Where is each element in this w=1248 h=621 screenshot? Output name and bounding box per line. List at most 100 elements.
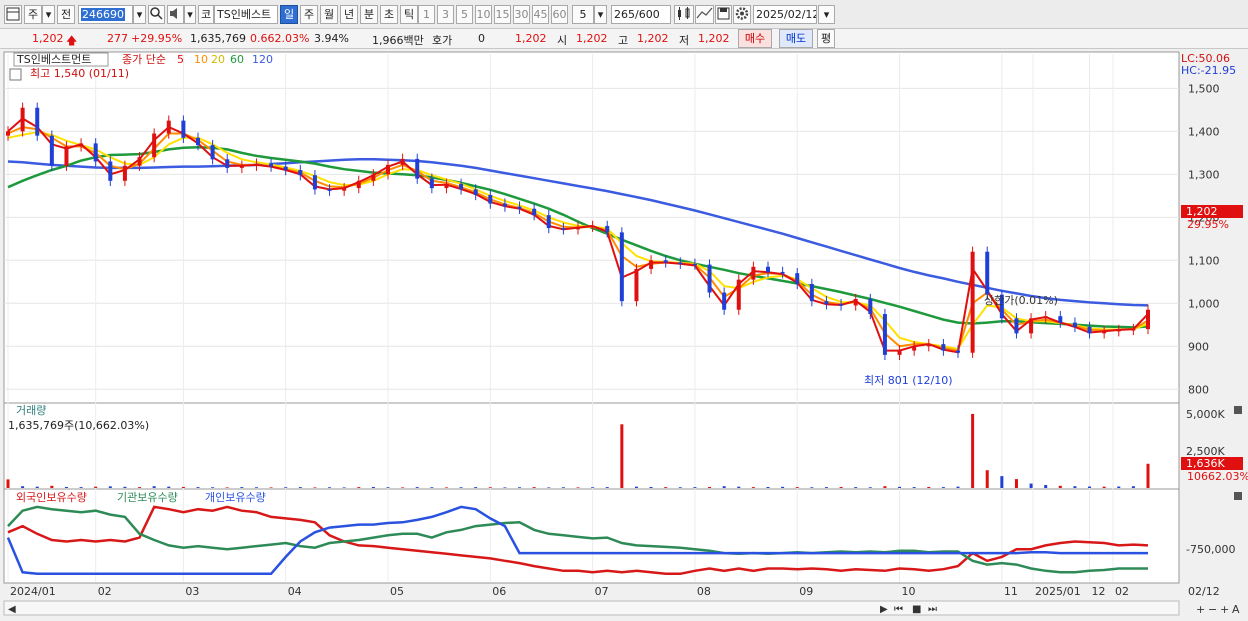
open-price: 1,202 <box>576 32 608 45</box>
price-panel-title: TS인베스트먼트 <box>13 52 109 67</box>
candle-body <box>970 251 975 353</box>
prev-button[interactable]: 전 <box>57 5 75 24</box>
period-tab-2[interactable]: 월 <box>320 5 338 24</box>
trend-tool-icon[interactable] <box>695 5 714 24</box>
min-dropdown-icon[interactable]: ▾ <box>594 5 607 24</box>
settings-gear-icon[interactable] <box>733 5 751 24</box>
zoom-out-icon[interactable]: − <box>1208 603 1217 616</box>
ma-60-label: 60 <box>230 53 244 66</box>
code-dropdown-icon[interactable]: ▾ <box>133 5 146 24</box>
low-note: 최저 801 (12/10) <box>864 374 953 387</box>
candle-body <box>473 189 478 195</box>
font-size-icon[interactable]: A <box>1232 603 1240 616</box>
volume-bar <box>401 487 405 488</box>
ma-10-label: 10 <box>194 53 208 66</box>
minute-option-3[interactable]: 10 <box>475 5 492 24</box>
candle-body <box>444 183 449 189</box>
volume-bar <box>386 487 390 488</box>
volume-bar <box>1102 486 1106 488</box>
volume-bar <box>269 487 273 488</box>
count-input[interactable]: 265/600 <box>611 5 671 24</box>
x-axis-label: 08 <box>697 585 711 598</box>
candle-body <box>283 166 288 171</box>
save-icon[interactable] <box>715 5 732 24</box>
stock-name-field[interactable]: TS인베스트 <box>214 5 278 24</box>
volume-bar <box>693 487 697 488</box>
minute-option-6[interactable]: 45 <box>532 5 549 24</box>
stop-icon[interactable]: ■ <box>912 604 921 615</box>
candle-icon[interactable] <box>674 5 694 24</box>
candle-body <box>1014 318 1019 334</box>
volume-bar <box>649 486 653 488</box>
forward-icon[interactable]: ⏭ <box>928 604 937 615</box>
candle-body <box>298 170 303 176</box>
zoom-more-icon[interactable]: + <box>1220 603 1229 616</box>
candle-body <box>459 183 464 190</box>
volume-bar <box>824 487 828 488</box>
ma-5-label: 5 <box>177 53 184 66</box>
date-input[interactable]: 2025/02/12 <box>753 5 817 24</box>
period-tab-3[interactable]: 년 <box>340 5 358 24</box>
search-icon[interactable] <box>148 5 165 24</box>
volume-bar <box>985 470 989 488</box>
minute-option-1[interactable]: 3 <box>437 5 454 24</box>
volume-bar <box>708 486 712 488</box>
window-icon[interactable] <box>4 5 22 24</box>
volume-close-icon[interactable] <box>1234 406 1242 414</box>
volume-bar <box>138 487 142 488</box>
candle-body <box>35 107 40 136</box>
candle-body <box>926 344 931 347</box>
scroll-right-icon[interactable]: ▶ <box>880 604 888 615</box>
volume-bar <box>371 486 375 488</box>
code-input[interactable]: 246690 <box>78 5 133 24</box>
market-dropdown-icon[interactable]: ▾ <box>42 5 55 24</box>
rewind-icon[interactable]: ⏮ <box>894 604 903 615</box>
horizontal-scrollbar[interactable] <box>3 600 1180 616</box>
count-max: /600 <box>635 8 660 21</box>
speaker-dropdown-icon[interactable]: ▾ <box>184 5 196 24</box>
candle-body <box>692 263 697 266</box>
volume-bar <box>591 487 595 488</box>
scroll-left-icon[interactable]: ◀ <box>8 604 16 615</box>
volume-bar <box>298 487 302 488</box>
sell-button[interactable]: 매도 <box>779 29 813 48</box>
candle-body <box>839 304 844 306</box>
calendar-icon[interactable] <box>9 68 22 81</box>
minute-option-2[interactable]: 5 <box>456 5 473 24</box>
period-tab-0[interactable]: 일 <box>280 5 298 24</box>
candle-body <box>181 120 186 138</box>
candle-body <box>1116 329 1121 332</box>
candle-body <box>517 206 522 209</box>
stock-chart[interactable]: 1,5001,4001,3001,2001,1001,0009008005,00… <box>0 50 1248 621</box>
holdings-close-icon[interactable] <box>1234 492 1242 500</box>
candle-body <box>108 161 113 181</box>
market-select[interactable]: 주 <box>24 5 42 24</box>
period-tab-6[interactable]: 틱 <box>400 5 418 24</box>
minute-option-7[interactable]: 60 <box>551 5 568 24</box>
minute-option-0[interactable]: 1 <box>418 5 435 24</box>
eval-button[interactable]: 평 <box>817 29 835 48</box>
zoom-in-icon[interactable]: + <box>1196 603 1205 616</box>
volume-bar <box>810 487 814 488</box>
min-value-field[interactable]: 5 <box>572 5 594 24</box>
candle-body <box>751 266 756 280</box>
x-axis-label: 07 <box>595 585 609 598</box>
period-tab-4[interactable]: 분 <box>360 5 378 24</box>
volume-bar <box>50 485 54 488</box>
period-tab-5[interactable]: 초 <box>380 5 398 24</box>
ma-label: 종가 단순 <box>122 53 166 66</box>
volume-ratio: 0.662.03% <box>250 32 310 45</box>
speaker-icon[interactable] <box>167 5 184 24</box>
low-price: 1,202 <box>698 32 730 45</box>
buy-button[interactable]: 매수 <box>738 29 772 48</box>
volume-bar <box>211 487 215 488</box>
minute-option-5[interactable]: 30 <box>513 5 530 24</box>
candle-body <box>766 266 770 272</box>
period-tab-1[interactable]: 주 <box>300 5 318 24</box>
volume-bar <box>532 487 536 488</box>
date-dropdown-icon[interactable]: ▾ <box>818 5 835 24</box>
candle-body <box>1087 326 1092 334</box>
candle-body <box>912 346 917 351</box>
minute-option-4[interactable]: 15 <box>494 5 511 24</box>
volume-bar <box>108 486 112 488</box>
